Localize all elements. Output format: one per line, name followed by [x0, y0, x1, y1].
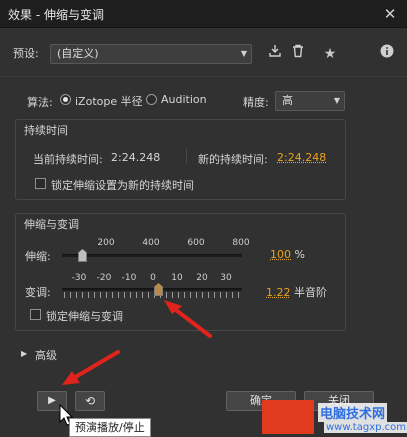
- watermark-url: www.tagxp.com: [324, 422, 407, 433]
- annotation-arrow-pitch: [170, 305, 212, 338]
- watermark-logo: [262, 400, 314, 434]
- annotation-arrows: [59, 300, 212, 426]
- play-tooltip: 预演播放/停止: [69, 418, 151, 437]
- annotation-arrow-play: [70, 350, 120, 381]
- watermark-text: 电脑技术网: [318, 403, 388, 422]
